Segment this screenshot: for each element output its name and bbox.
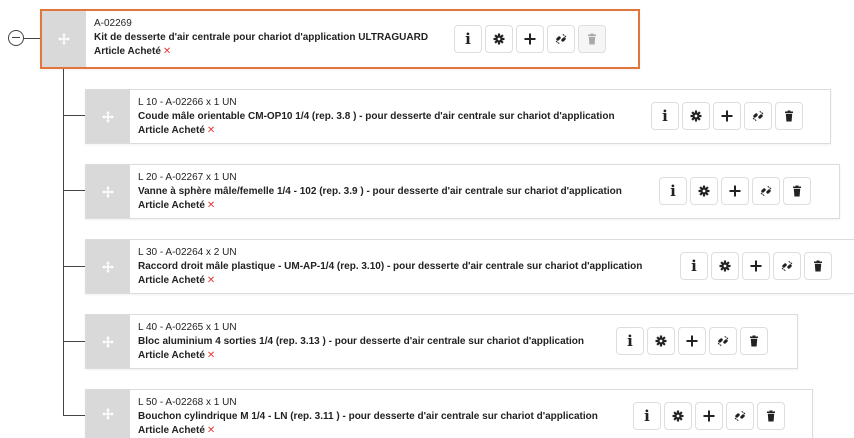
- unlink-button[interactable]: [547, 25, 575, 53]
- child-item-card: L 10 - A-02266 x 1 UN Coude mâle orienta…: [85, 89, 831, 144]
- delete-button[interactable]: [740, 327, 768, 355]
- delete-button[interactable]: [578, 25, 606, 53]
- delete-button[interactable]: [775, 102, 803, 130]
- info-icon: i: [644, 407, 650, 425]
- plus-icon: [686, 335, 698, 347]
- tree-connector-root: [24, 38, 40, 39]
- plus-icon: [524, 33, 536, 45]
- move-icon: [58, 33, 70, 45]
- unlink-button[interactable]: [773, 252, 801, 280]
- info-icon: i: [627, 332, 633, 350]
- plus-icon: [703, 410, 715, 422]
- tree-trunk: [63, 69, 64, 415]
- info-button[interactable]: i: [659, 177, 687, 205]
- info-icon: i: [670, 182, 676, 200]
- root-item-card: A-02269 Kit de desserte d'air centrale p…: [40, 9, 640, 69]
- delete-button[interactable]: [783, 177, 811, 205]
- child-item-card: L 30 - A-02264 x 2 UN Raccord droit mâle…: [85, 239, 854, 294]
- drag-handle[interactable]: [86, 315, 130, 368]
- move-icon: [102, 185, 114, 198]
- trash-icon: [785, 110, 793, 122]
- info-icon: i: [465, 30, 471, 48]
- unlink-icon: [760, 185, 772, 197]
- close-icon: ✕: [206, 425, 216, 436]
- add-button[interactable]: [721, 177, 749, 205]
- drag-handle[interactable]: [86, 390, 130, 438]
- move-icon: [102, 260, 114, 273]
- trash-icon: [588, 33, 596, 45]
- tree-branch: [63, 341, 85, 342]
- info-button[interactable]: i: [680, 252, 708, 280]
- add-button[interactable]: [695, 402, 723, 430]
- close-icon: ✕: [162, 46, 172, 57]
- unlink-icon: [781, 260, 793, 272]
- close-icon: ✕: [206, 200, 216, 211]
- tree-branch: [63, 190, 85, 191]
- gear-icon: [698, 185, 710, 197]
- collapse-toggle-button[interactable]: [8, 30, 24, 46]
- info-icon: i: [691, 257, 697, 275]
- tree-branch: [63, 115, 85, 116]
- add-button[interactable]: [516, 25, 544, 53]
- unlink-button[interactable]: [752, 177, 780, 205]
- trash-icon: [767, 410, 775, 422]
- settings-button[interactable]: [647, 327, 675, 355]
- unlink-button[interactable]: [726, 402, 754, 430]
- gear-icon: [655, 335, 667, 347]
- gear-icon: [672, 410, 684, 422]
- close-icon: ✕: [206, 125, 216, 136]
- child-item-card: L 50 - A-02268 x 1 UN Bouchon cylindriqu…: [85, 389, 813, 438]
- trash-icon: [814, 260, 822, 272]
- settings-button[interactable]: [664, 402, 692, 430]
- drag-handle[interactable]: [86, 240, 130, 293]
- trash-icon: [793, 185, 801, 197]
- add-button[interactable]: [678, 327, 706, 355]
- unlink-icon: [555, 33, 567, 45]
- unlink-button[interactable]: [744, 102, 772, 130]
- unlink-icon: [717, 335, 729, 347]
- gear-icon: [493, 33, 505, 45]
- info-button[interactable]: i: [454, 25, 482, 53]
- settings-button[interactable]: [682, 102, 710, 130]
- move-icon: [102, 408, 114, 420]
- plus-icon: [750, 260, 762, 272]
- settings-button[interactable]: [485, 25, 513, 53]
- unlink-icon: [752, 110, 764, 122]
- add-button[interactable]: [713, 102, 741, 130]
- plus-icon: [721, 110, 733, 122]
- plus-icon: [729, 185, 741, 197]
- tree-branch: [63, 266, 85, 267]
- unlink-button[interactable]: [709, 327, 737, 355]
- gear-icon: [690, 110, 702, 122]
- close-icon: ✕: [206, 275, 216, 286]
- child-item-card: L 40 - A-02265 x 1 UN Bloc aluminium 4 s…: [85, 314, 798, 369]
- child-item-card: L 20 - A-02267 x 1 UN Vanne à sphère mâl…: [85, 164, 840, 219]
- move-icon: [102, 110, 114, 123]
- info-button[interactable]: i: [633, 402, 661, 430]
- delete-button[interactable]: [804, 252, 832, 280]
- tree-branch: [63, 415, 85, 416]
- info-button[interactable]: i: [616, 327, 644, 355]
- drag-handle[interactable]: [42, 11, 86, 67]
- info-icon: i: [662, 107, 668, 125]
- trash-icon: [750, 335, 758, 347]
- drag-handle[interactable]: [86, 90, 130, 143]
- close-icon: ✕: [206, 350, 216, 361]
- settings-button[interactable]: [690, 177, 718, 205]
- delete-button[interactable]: [757, 402, 785, 430]
- gear-icon: [719, 260, 731, 272]
- move-icon: [102, 335, 114, 348]
- drag-handle[interactable]: [86, 165, 130, 218]
- add-button[interactable]: [742, 252, 770, 280]
- unlink-icon: [734, 410, 746, 422]
- settings-button[interactable]: [711, 252, 739, 280]
- info-button[interactable]: i: [651, 102, 679, 130]
